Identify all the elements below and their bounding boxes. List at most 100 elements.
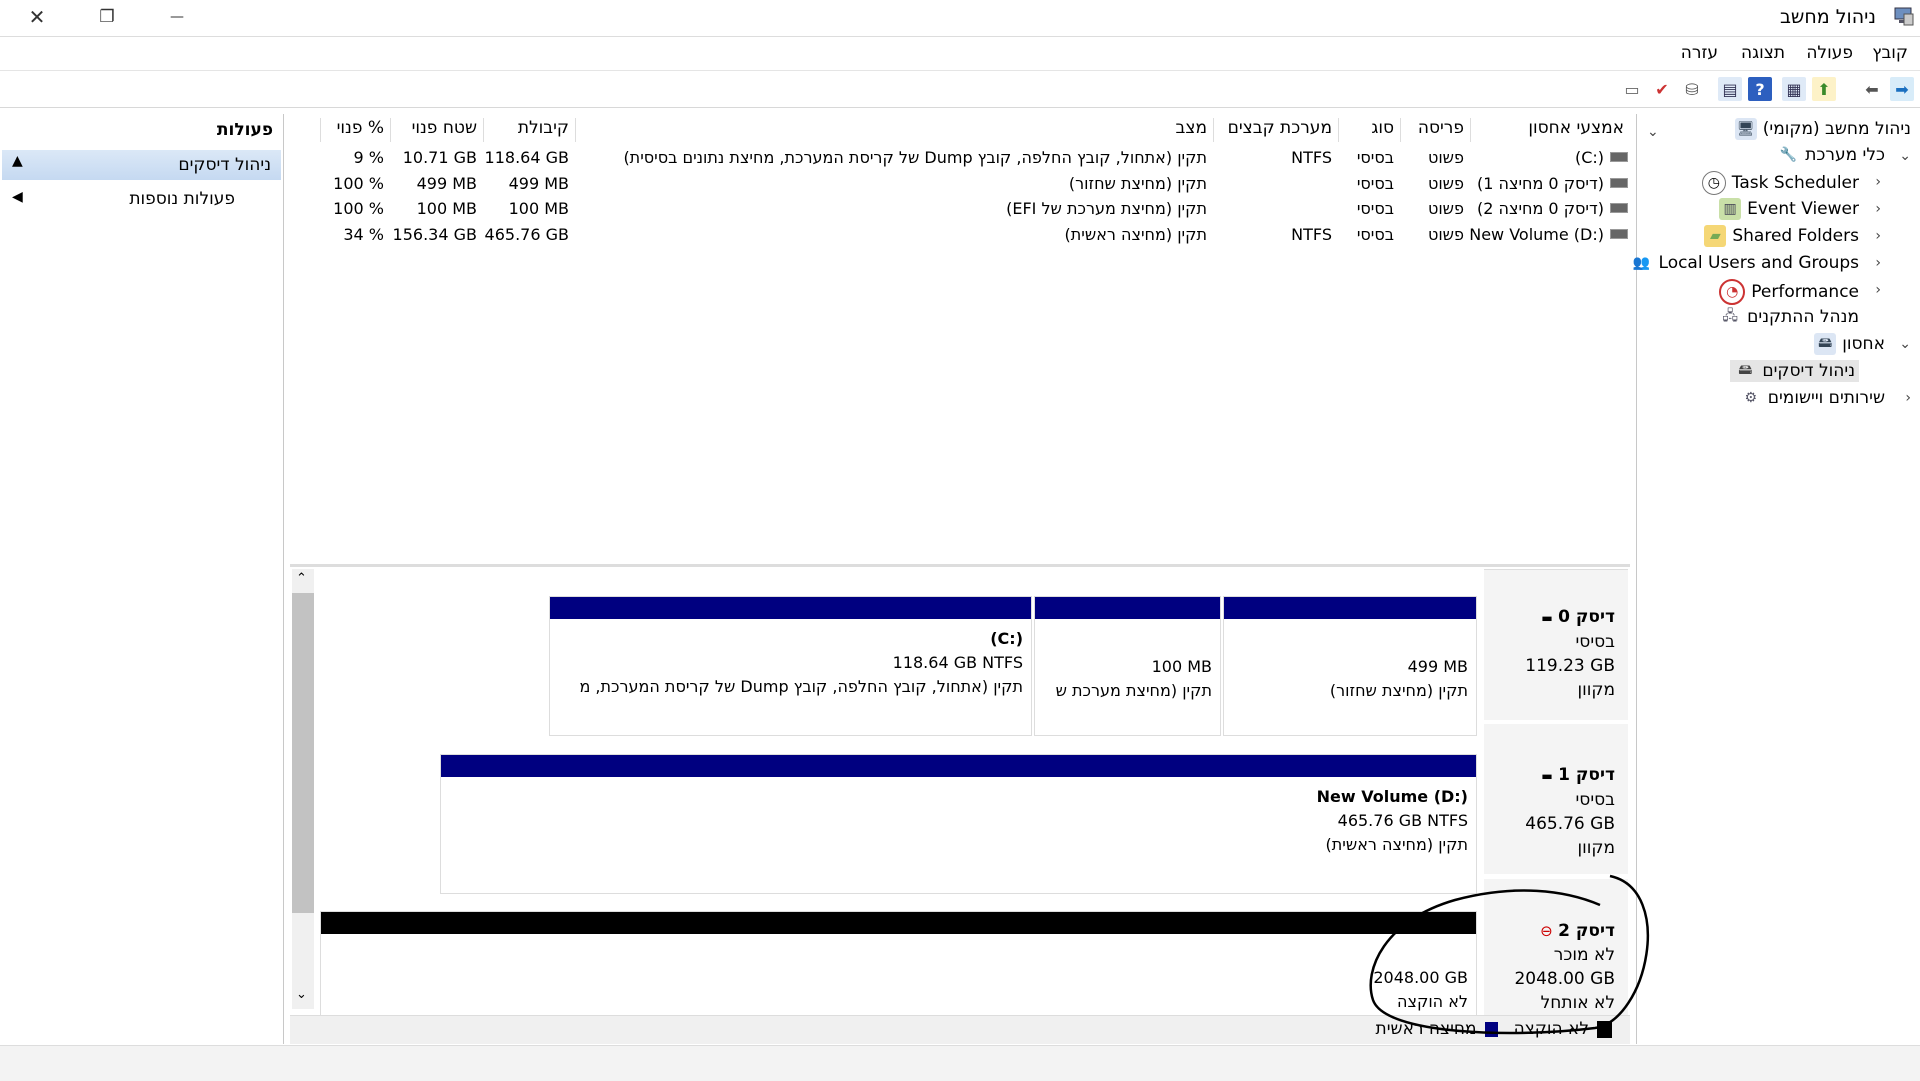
legend-unallocated-label: לא הוקצה — [1513, 1019, 1589, 1039]
cell-percent-free: 100 % — [333, 173, 384, 193]
tree-shared-folders[interactable]: ▰ Shared Folders — [1704, 225, 1859, 247]
scrollbar-thumb[interactable] — [292, 593, 314, 913]
navigation-tree: 🖥 ניהול מחשב (מקומי) ⌄ 🔧 כלי מערכת ◷ Tas… — [1633, 114, 1920, 1044]
graphical-disk-view: ⌃ ⌄ דיסק 0 ▬ בסיסי 119.23 GB מקוון 499 M… — [290, 569, 1630, 1044]
cell-capacity: 118.64 GB — [484, 148, 569, 167]
volume-icon — [1610, 152, 1628, 162]
up-folder-icon[interactable]: ⬆ — [1812, 77, 1836, 101]
show-hide-tree-icon[interactable]: ▦ — [1782, 77, 1806, 101]
cell-volume[interactable]: New Volume (D:) — [1470, 225, 1630, 249]
legend-primary-label: מחיצה ראשית — [1375, 1019, 1477, 1039]
tree-device-manager[interactable]: 🖧 מנהל ההתקנים — [1719, 306, 1859, 328]
cell-type: בסיסי — [1356, 148, 1394, 167]
forward-icon[interactable]: ➡ — [1890, 77, 1914, 101]
close-button[interactable]: ✕ — [2, 0, 72, 34]
window-title: ניהול מחשב — [1779, 6, 1876, 28]
cell-percent-free: 34 % — [343, 224, 384, 244]
cell-type: בסיסי — [1356, 224, 1394, 244]
cell-filesystem — [1213, 174, 1338, 198]
disk-1-info: דיסק 1 ▬ בסיסי 465.76 GB מקוון — [1525, 765, 1615, 858]
tree-task-scheduler[interactable]: ◷ Task Scheduler — [1701, 171, 1859, 195]
disk-0-partition-efi[interactable]: 100 MB תקין (מחיצת מערכת ש — [1034, 596, 1221, 736]
menu-view[interactable]: תצוגה — [1741, 43, 1785, 63]
services-icon: ⚙ — [1744, 390, 1757, 406]
disk-1-partition-d[interactable]: New Volume (D:) 465.76 GB NTFS תקין (מחיצה… — [440, 754, 1477, 894]
storage-icon: 🖴 — [1814, 333, 1837, 355]
chevron-left-icon[interactable]: ‹ — [1875, 174, 1881, 190]
tree-system-tools[interactable]: 🔧 כלי מערכת — [1777, 144, 1885, 166]
cell-status: תקין (מחיצת מערכת של EFI) — [1006, 199, 1207, 218]
column-header-type[interactable]: סוג — [1338, 118, 1400, 142]
disk-0-partition-recovery[interactable]: 499 MB תקין (מחיצת שחזור) — [1223, 596, 1477, 736]
menu-action[interactable]: פעולה — [1806, 43, 1853, 63]
collapse-arrow-icon: ▲ — [12, 153, 23, 169]
menu-file[interactable]: קובץ — [1872, 43, 1908, 63]
tree-root[interactable]: 🖥 ניהול מחשב (מקומי) — [1734, 118, 1911, 140]
cell-volume[interactable]: (C:) — [1470, 148, 1630, 172]
cell-layout: פשוט — [1427, 199, 1464, 218]
chevron-left-icon[interactable]: ‹ — [1875, 228, 1881, 244]
minimize-button[interactable]: — — [142, 0, 212, 34]
disk-2-unallocated[interactable]: 2048.00 GB לא הוקצה — [320, 911, 1477, 1031]
cell-filesystem: NTFS — [1291, 224, 1332, 244]
event-log-icon: ▥ — [1719, 198, 1742, 220]
scroll-up-icon[interactable]: ⌃ — [296, 571, 307, 586]
minimize-icon: — — [170, 9, 184, 25]
menu-bar: קובץ פעולה תצוגה עזרה — [0, 36, 1920, 69]
cell-volume[interactable]: (דיסק 0 מחיצה 1) — [1470, 174, 1630, 198]
scroll-down-icon[interactable]: ⌄ — [296, 987, 307, 1002]
status-bar — [0, 1045, 1920, 1081]
column-header-free-space[interactable]: שטח פנוי — [390, 118, 483, 142]
volume-icon — [1610, 203, 1628, 213]
cell-free-space: 100 MB — [416, 199, 477, 218]
cell-capacity: 465.76 GB — [484, 224, 569, 244]
menu-help[interactable]: עזרה — [1681, 43, 1718, 63]
actions-pane: פעולות ניהול דיסקים ▲ פעולות נוספות ◀ — [0, 114, 284, 1044]
restore-button[interactable]: ❐ — [72, 0, 142, 34]
column-header-status[interactable]: מצב — [575, 118, 1213, 142]
properties-icon[interactable]: ▤ — [1718, 77, 1742, 101]
tree-local-users[interactable]: 👥 Local Users and Groups — [1631, 252, 1859, 274]
chevron-left-icon[interactable]: ‹ — [1905, 390, 1911, 406]
tree-event-viewer[interactable]: ▥ Event Viewer — [1719, 198, 1859, 220]
chevron-down-icon[interactable]: ⌄ — [1647, 124, 1659, 140]
chevron-left-icon[interactable]: ‹ — [1875, 201, 1881, 217]
disk-0-partition-c[interactable]: (C:) 118.64 GB NTFS תקין (אתחול, קובץ החלפ… — [549, 596, 1032, 736]
cell-free-space: 10.71 GB — [402, 148, 477, 167]
device-manager-icon: 🖧 — [1722, 308, 1738, 324]
column-header-percent-free[interactable]: % פנוי — [320, 118, 390, 142]
back-icon[interactable]: ⬅ — [1860, 77, 1884, 101]
rescan-icon[interactable]: ⛁ — [1680, 77, 1704, 101]
console-icon[interactable]: ▭ — [1620, 77, 1644, 101]
disk-2-name: דיסק 2 — [1558, 921, 1615, 941]
cell-volume[interactable]: (דיסק 0 מחיצה 2) — [1470, 199, 1630, 223]
tree-disk-management[interactable]: 🖴 ניהול דיסקים — [1730, 360, 1859, 382]
disk-icon: ▬ — [1541, 769, 1553, 783]
chevron-left-icon[interactable]: ‹ — [1875, 255, 1881, 271]
chevron-down-icon[interactable]: ⌄ — [1899, 336, 1911, 352]
toolbar: ➡ ⬅ ⬆ ▦ ? ▤ ⛁ ✔ ▭ — [0, 70, 1920, 108]
computer-management-icon — [1892, 6, 1914, 26]
chevron-left-icon[interactable]: ‹ — [1875, 282, 1881, 298]
column-header-volume[interactable]: אמצעי אחסון — [1470, 118, 1630, 142]
actions-section-disk-management[interactable]: ניהול דיסקים ▲ — [2, 150, 281, 180]
cell-free-space: 499 MB — [416, 173, 477, 193]
cell-layout: פשוט — [1427, 148, 1464, 167]
tree-performance[interactable]: ◔ Performance — [1719, 279, 1859, 305]
column-header-layout[interactable]: פריסה — [1400, 118, 1470, 142]
column-header-capacity[interactable]: קיבולת — [483, 118, 575, 142]
disk-1-name: דיסק 1 — [1558, 765, 1615, 785]
disk-0-info: דיסק 0 ▬ בסיסי 119.23 GB מקוון — [1525, 607, 1615, 700]
actions-more[interactable]: פעולות נוספות ◀ — [2, 184, 281, 214]
cell-capacity: 100 MB — [508, 199, 569, 218]
users-icon: 👥 — [1632, 255, 1651, 271]
help-icon[interactable]: ? — [1748, 77, 1772, 101]
cell-percent-free: 9 % — [353, 148, 384, 167]
tree-storage[interactable]: 🖴 אחסון — [1814, 333, 1885, 355]
tree-services[interactable]: ⚙ שירותים ויישומים — [1740, 387, 1885, 409]
cell-status: תקין (אתחול, קובץ החלפה, קובץ Dump של קר… — [623, 148, 1207, 167]
vertical-scrollbar[interactable]: ⌃ ⌄ — [292, 569, 314, 1009]
column-header-filesystem[interactable]: מערכת קבצים — [1213, 118, 1338, 142]
checklist-icon[interactable]: ✔ — [1650, 77, 1674, 101]
chevron-down-icon[interactable]: ⌄ — [1899, 148, 1911, 164]
